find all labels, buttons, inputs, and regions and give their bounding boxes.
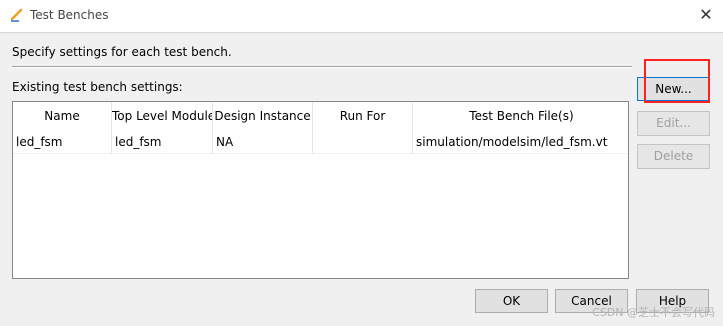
close-icon[interactable]: ✕ — [697, 6, 715, 24]
watermark: CSDN @芝士不会写代码 — [592, 306, 715, 319]
cell-design-instance: NA — [213, 131, 313, 153]
quartus-app-icon — [9, 7, 25, 23]
divider — [12, 66, 632, 68]
cell-top-level-module: led_fsm — [112, 131, 213, 153]
window-title: Test Benches — [30, 8, 109, 22]
test-bench-table[interactable]: Name Top Level Module Design Instance Ru… — [12, 101, 629, 279]
column-header-run-for[interactable]: Run For — [313, 102, 413, 131]
column-header-design-instance[interactable]: Design Instance — [213, 102, 313, 131]
table-row[interactable]: led_fsm led_fsm NA simulation/modelsim/l… — [13, 131, 628, 154]
cell-name: led_fsm — [13, 131, 112, 153]
group-label: Existing test bench settings: — [12, 80, 183, 94]
edit-button[interactable]: Edit... — [637, 111, 710, 136]
column-header-name[interactable]: Name — [13, 102, 112, 131]
column-header-top-level-module[interactable]: Top Level Module — [112, 102, 213, 131]
table-header: Name Top Level Module Design Instance Ru… — [13, 102, 628, 131]
new-button[interactable]: New... — [637, 77, 710, 101]
ok-button[interactable]: OK — [475, 289, 548, 313]
title-bar: Test Benches ✕ — [0, 0, 723, 33]
delete-button[interactable]: Delete — [637, 144, 710, 169]
cell-test-bench-files: simulation/modelsim/led_fsm.vt — [416, 135, 608, 149]
cell-run-for — [313, 131, 413, 153]
column-header-test-bench-files[interactable]: Test Bench File(s) — [413, 102, 630, 131]
instruction-text: Specify settings for each test bench. — [12, 45, 232, 59]
